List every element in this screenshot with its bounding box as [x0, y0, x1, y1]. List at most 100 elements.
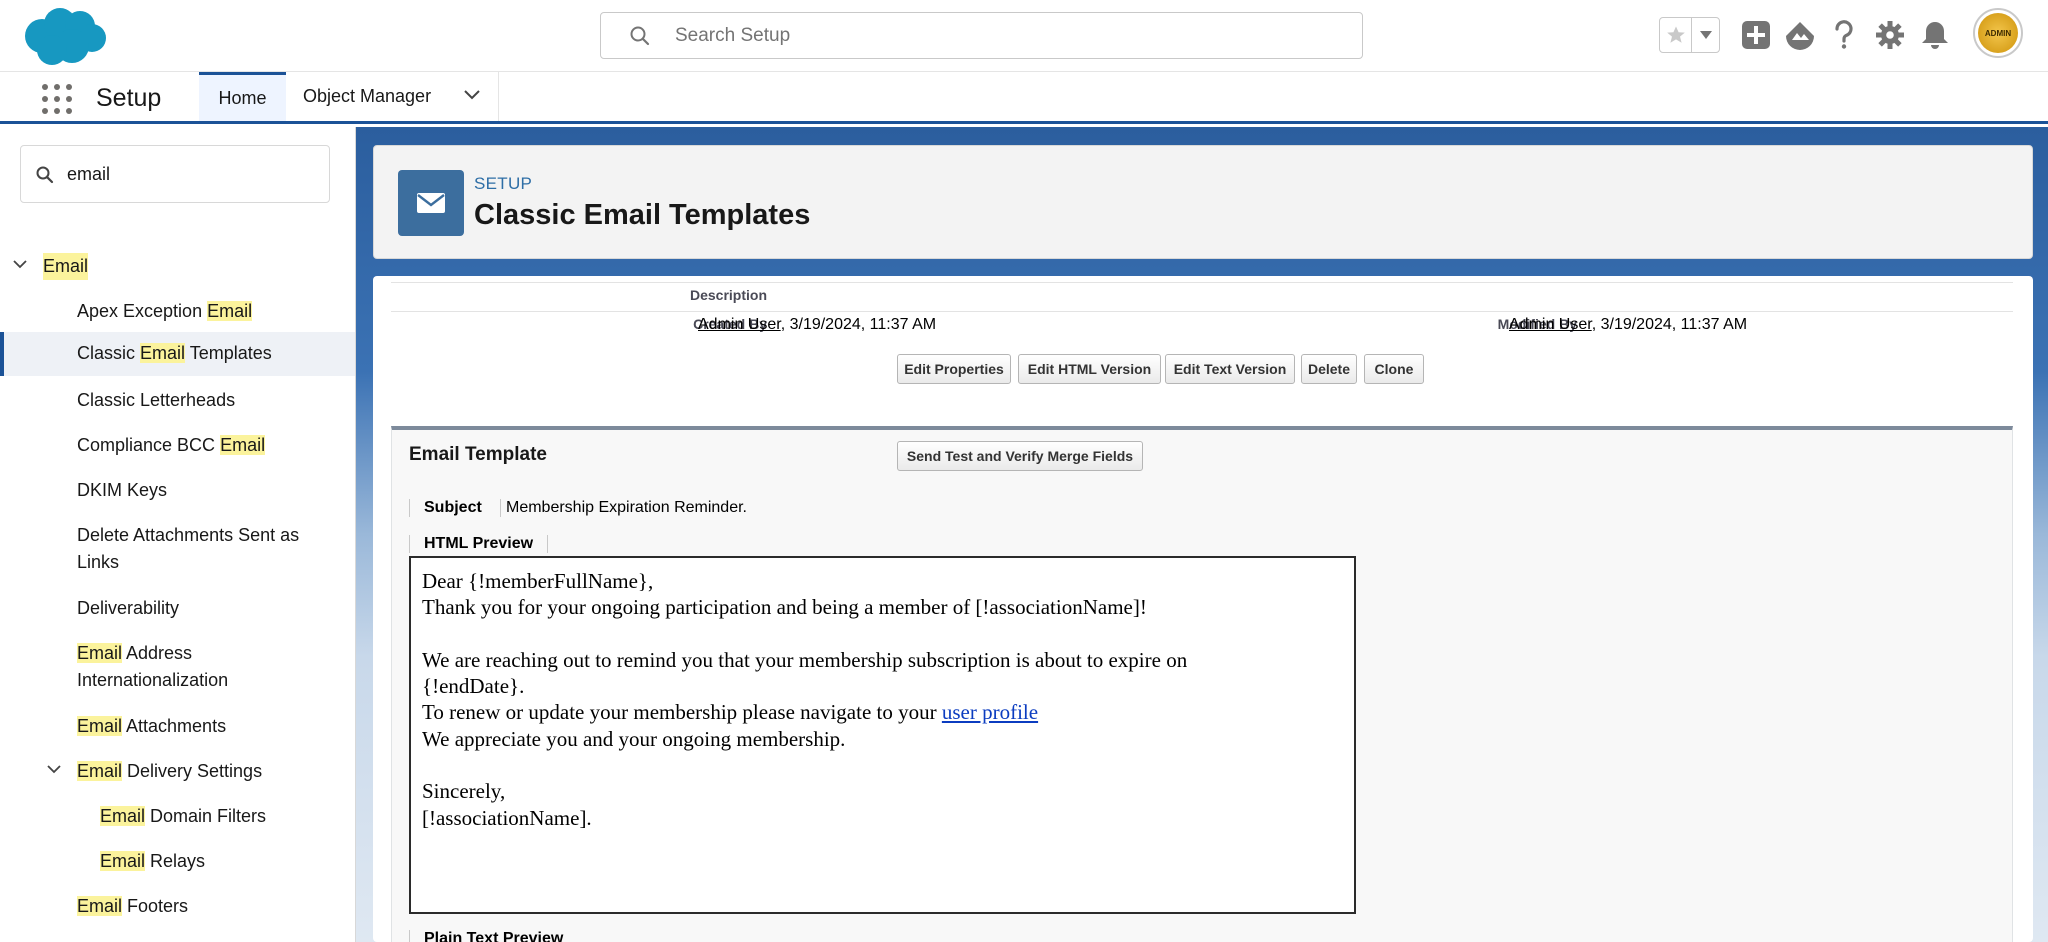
user-profile-link[interactable]: user profile	[942, 700, 1038, 724]
tree-item-classic-letterheads[interactable]: Classic Letterheads	[0, 386, 355, 416]
preview-line: Thank you for your ongoing participation…	[422, 595, 1147, 620]
bell-icon	[1922, 22, 1948, 49]
preview-line-text: To renew or update your membership pleas…	[422, 700, 942, 725]
envelope-icon	[417, 193, 445, 213]
tree-item-apex-exception-email[interactable]: Apex Exception Email	[0, 297, 355, 327]
html-preview-box: Dear {!memberFullName}, Thank you for yo…	[409, 556, 1356, 914]
clone-button[interactable]: Clone	[1364, 354, 1424, 384]
tree-item-label: Email Relays	[100, 851, 206, 871]
preview-line: {!endDate}.	[422, 674, 525, 699]
tree-item-label: DKIM Keys	[77, 480, 168, 500]
app-name: Setup	[96, 84, 162, 112]
tree-item-compliance-bcc-email[interactable]: Compliance BCC Email	[0, 431, 355, 461]
template-detail-card: Description Created By Admin User, 3/19/…	[373, 276, 2033, 942]
edit-html-version-button[interactable]: Edit HTML Version	[1018, 354, 1161, 384]
tree-item-label: Email Footers	[77, 896, 189, 916]
send-test-button[interactable]: Send Test and Verify Merge Fields	[897, 441, 1143, 471]
tree-item-label: Delete Attachments Sent as	[77, 525, 300, 545]
favorites-group	[1659, 17, 1720, 53]
tree-item-label-line2: Internationalization	[77, 670, 229, 690]
setup-search-box[interactable]	[600, 12, 1363, 59]
tree-item-label: Email Attachments	[77, 716, 227, 736]
created-by-user-link[interactable]: Admin User	[698, 316, 781, 333]
tree-item-email[interactable]: Email	[0, 252, 355, 282]
notifications-button[interactable]	[1918, 18, 1952, 52]
avatar-badge: ADMIN	[1978, 13, 2018, 53]
tree-item-label: Apex Exception Email	[77, 301, 253, 321]
chevron-down-icon[interactable]	[464, 90, 480, 100]
tree-item-email-footers[interactable]: Email Footers	[0, 892, 355, 922]
modified-by-user-link[interactable]: Admin User	[1509, 316, 1592, 333]
delete-button[interactable]: Delete	[1301, 354, 1357, 384]
modified-by-value: Admin User, 3/19/2024, 11:37 AM	[1509, 316, 1747, 334]
email-template-section-title: Email Template	[409, 444, 547, 465]
setup-sidebar: Email Apex Exception Email Classic Email…	[0, 127, 356, 942]
description-label: Description	[689, 287, 767, 303]
preview-line: [!associationName].	[422, 805, 592, 830]
page-title: Classic Email Templates	[474, 199, 811, 231]
trailhead-guidance-button[interactable]	[1783, 18, 1817, 52]
tree-item-email-domain-filters[interactable]: Email Domain Filters	[0, 802, 355, 832]
help-icon	[1835, 20, 1853, 49]
tab-home[interactable]: Home	[199, 72, 286, 121]
page-eyebrow: SETUP	[474, 174, 533, 193]
tree-item-label-line2: Links	[77, 552, 120, 572]
preview-line: We are reaching out to remind you that y…	[422, 647, 1188, 672]
tree-item-email-address-internationalization[interactable]: Email Address Internationalization	[0, 639, 355, 697]
tree-item-deliverability[interactable]: Deliverability	[0, 594, 355, 624]
edit-text-version-button[interactable]: Edit Text Version	[1165, 354, 1295, 384]
tab-object-manager-label: Object Manager	[303, 86, 432, 106]
divider	[391, 282, 2013, 283]
favorites-star-button[interactable]	[1660, 18, 1692, 52]
tree-item-label: Compliance BCC Email	[77, 435, 266, 455]
plain-text-preview-label: Plain Text Preview	[409, 930, 563, 942]
context-nav: Setup Home Object Manager	[0, 72, 2048, 124]
tab-object-manager[interactable]: Object Manager	[286, 72, 499, 121]
html-preview-label: HTML Preview	[409, 535, 549, 553]
preview-line: Dear {!memberFullName},	[422, 569, 654, 593]
salesforce-logo-icon[interactable]	[20, 6, 108, 68]
tree-item-dkim-keys[interactable]: DKIM Keys	[0, 476, 355, 506]
chevron-down-icon[interactable]	[46, 763, 62, 775]
tree-item-label: Deliverability	[77, 598, 180, 618]
user-avatar[interactable]: ADMIN	[1973, 8, 2023, 58]
setup-search-input[interactable]	[675, 21, 1335, 51]
search-icon	[630, 26, 650, 46]
tree-item-label: Classic Letterheads	[77, 390, 236, 410]
global-actions-button[interactable]	[1739, 18, 1773, 52]
quick-find-box[interactable]	[20, 145, 330, 203]
email-template-section: Email Template Send Test and Verify Merg…	[391, 426, 2013, 942]
tree-item-email-delivery-settings[interactable]: Email Delivery Settings	[0, 757, 355, 787]
caret-down-icon	[1699, 31, 1712, 39]
chevron-down-icon[interactable]	[12, 258, 28, 270]
created-by-value: Admin User, 3/19/2024, 11:37 AM	[698, 316, 936, 334]
search-icon	[36, 166, 54, 184]
subject-value: Membership Expiration Reminder.	[500, 499, 747, 517]
trailhead-icon	[1786, 22, 1814, 50]
favorites-list-button[interactable]	[1692, 18, 1719, 52]
page-header: SETUP Classic Email Templates	[373, 145, 2033, 259]
app-launcher-icon[interactable]	[40, 82, 72, 114]
tree-item-label: Email Delivery Settings	[77, 761, 263, 781]
tree-item-label: Classic Email Templates	[77, 343, 272, 363]
created-by-date: , 3/19/2024, 11:37 AM	[780, 316, 937, 333]
help-button[interactable]	[1827, 18, 1861, 52]
plus-square-icon	[1742, 21, 1770, 49]
quick-find-input[interactable]	[67, 160, 317, 188]
divider	[391, 311, 2013, 312]
tree-item-label: Email Address	[77, 643, 193, 663]
subject-label: Subject	[409, 499, 482, 517]
tree-item-classic-email-templates[interactable]: Classic Email Templates	[0, 332, 355, 376]
tree-item-label: Email	[43, 253, 89, 280]
preview-line: We appreciate you and your ongoing membe…	[422, 726, 846, 751]
tree-item-label: Email Domain Filters	[100, 806, 267, 826]
email-template-icon	[398, 170, 464, 236]
preview-line: Sincerely,	[422, 779, 506, 804]
modified-by-date: , 3/19/2024, 11:37 AM	[1591, 316, 1748, 333]
preview-line: To renew or update your membership pleas…	[422, 699, 1343, 725]
edit-properties-button[interactable]: Edit Properties	[897, 354, 1011, 384]
tree-item-email-attachments[interactable]: Email Attachments	[0, 712, 355, 742]
tree-item-email-relays[interactable]: Email Relays	[0, 847, 355, 877]
tree-item-delete-attachments[interactable]: Delete Attachments Sent as Links	[0, 521, 355, 579]
setup-gear-button[interactable]	[1873, 18, 1907, 52]
